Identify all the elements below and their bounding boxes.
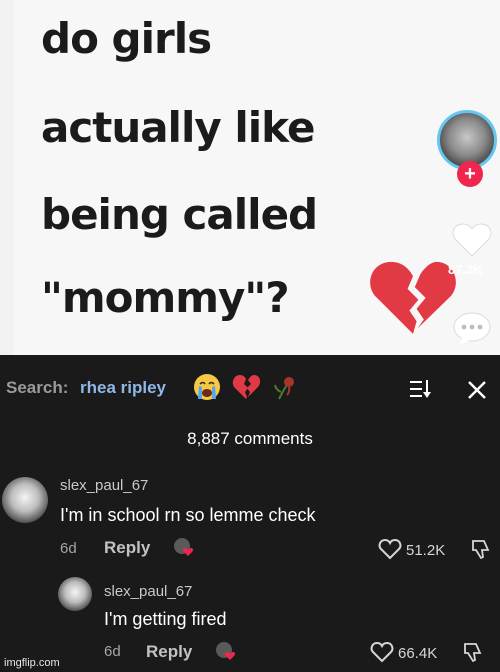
comment-age: 6d [104, 643, 121, 660]
dislike-icon[interactable] [470, 538, 492, 560]
heart-outline-icon[interactable] [378, 538, 402, 560]
sort-icon[interactable] [410, 379, 432, 399]
caption-line-4: "mommy"? [41, 273, 290, 322]
comment-bubble-icon[interactable] [452, 311, 492, 347]
broken-heart-icon [370, 261, 456, 334]
heart-outline-icon[interactable] [370, 641, 394, 663]
search-value[interactable]: rhea ripley [80, 378, 166, 398]
watermark: imgflip.com [4, 657, 60, 669]
comment-count: 8,887 comments [187, 429, 313, 448]
like-count: 66.4K [398, 645, 438, 662]
like-count: 87.3K [448, 262, 483, 277]
comments-sheet: Search: rhea ripley 8,887 comments slex_… [0, 355, 500, 672]
comment-text: I'm in school rn so lemme check [60, 505, 316, 525]
reply-button[interactable]: Reply [104, 538, 150, 558]
avatar[interactable] [58, 577, 92, 611]
comment-username[interactable]: slex_paul_67 [60, 477, 148, 494]
like-count: 51.2K [406, 542, 446, 559]
follow-plus-button[interactable]: + [457, 161, 483, 187]
broken-heart-small-icon [232, 375, 260, 399]
avatar[interactable] [2, 477, 48, 523]
search-suggestion[interactable]: Search: rhea ripley [0, 369, 500, 405]
caption-line-1: do girls [41, 14, 212, 63]
comment-text: I'm getting fired [104, 609, 227, 629]
wilted-rose-icon [274, 377, 294, 400]
caption-line-2: actually like [41, 103, 315, 152]
creator-liked-icon [216, 642, 236, 660]
comment-age: 6d [60, 540, 77, 557]
reply-button[interactable]: Reply [146, 642, 192, 662]
creator-liked-icon [174, 538, 194, 556]
comment-username[interactable]: slex_paul_67 [104, 583, 192, 600]
caption-line-3: being called [41, 190, 318, 239]
video-player[interactable]: do girls actually like being called "mom… [0, 0, 500, 355]
close-icon[interactable] [466, 379, 488, 401]
heart-icon[interactable] [452, 222, 492, 258]
crying-face-icon [194, 374, 220, 400]
dislike-icon[interactable] [462, 641, 484, 663]
search-label: Search: [6, 378, 69, 397]
